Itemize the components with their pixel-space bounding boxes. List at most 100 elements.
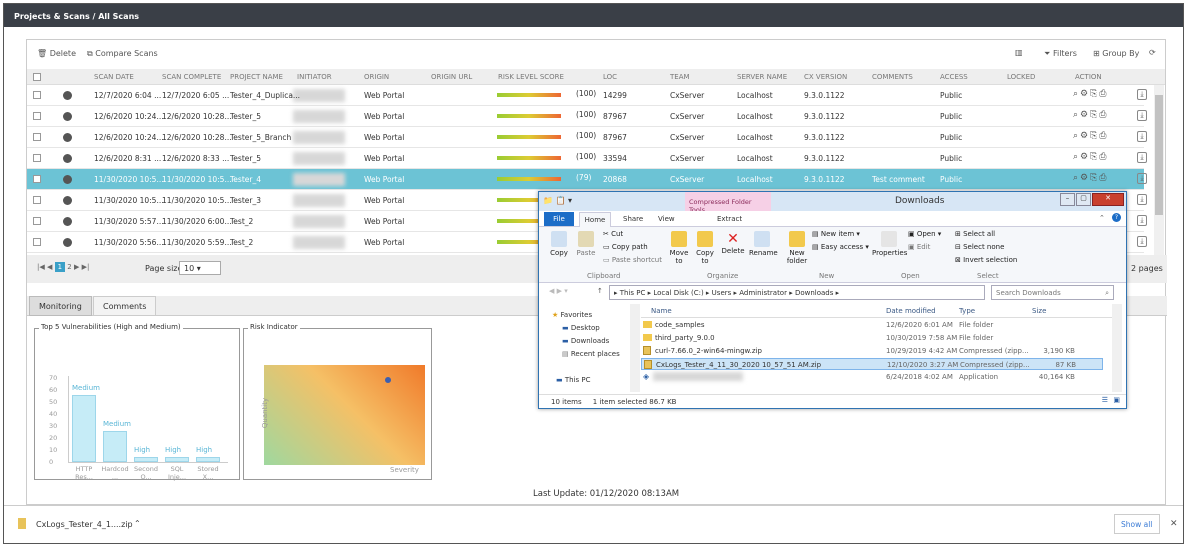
row-checkbox[interactable] [33,91,41,99]
file-scrollbar[interactable] [1112,304,1122,392]
path-administrator[interactable]: Administrator [739,289,787,297]
row-checkbox[interactable] [33,154,41,162]
page-2-button[interactable]: 2 [67,263,71,271]
open-button[interactable]: ▣ Open ▾ [908,230,941,238]
table-row[interactable]: 12/6/2020 8:31 ... 12/6/2020 8:33 ... Test… [27,148,1147,169]
address-bar[interactable]: ▸ This PC ▸ Local Disk (C:) ▸ Users ▸ Ad… [609,285,985,300]
search-input[interactable]: Search Downloads ⌕ [991,285,1114,300]
first-page-button[interactable]: |◀ [37,263,47,271]
download-report-icon[interactable]: ⤓ [1137,215,1147,226]
tab-file[interactable]: File [544,212,574,226]
download-file[interactable]: CxLogs_Tester_4_1....zip [36,520,133,529]
nav-scrollbar[interactable] [630,304,640,392]
vuln-bar[interactable] [72,394,96,462]
file-row[interactable]: third_party_9.0.0 10/30/2019 7:58 AM File … [641,332,1103,344]
compare-scans-button[interactable]: ⧉ Compare Scans [87,49,158,59]
col-scan-complete[interactable]: SCAN COMPLETE [162,73,221,81]
row-action-icons[interactable]: ⌕⚙⎘⎙ [1073,152,1109,162]
file-row[interactable]: curl-7.66.0_2-win64-mingw.zip 10/29/2019 … [641,345,1103,357]
page-1-button[interactable]: 1 [54,262,66,272]
download-report-icon[interactable]: ⤓ [1137,131,1147,142]
page-size-select[interactable]: 10 ▾ [179,261,221,275]
path-this-pc[interactable]: This PC [620,289,646,297]
show-all-button[interactable]: Show all [1114,514,1160,534]
minimize-button[interactable]: – [1060,193,1075,206]
filters-button[interactable]: ⏷ Filters [1044,49,1077,59]
select-none-button[interactable]: ⊟ Select none [955,243,1004,251]
file-row[interactable]: ◈ 6/24/2018 4:02 AM Application 40,164 KB [641,371,1103,383]
next-page-button[interactable]: ▶ [74,263,79,271]
tab-extract[interactable]: Extract [717,215,742,223]
col-loc[interactable]: LOC [603,73,617,81]
prev-page-button[interactable]: ◀ [47,263,55,271]
paste-shortcut-button[interactable]: ▭ Paste shortcut [603,256,662,264]
download-report-icon[interactable]: ⤓ [1137,173,1147,184]
row-checkbox[interactable] [33,196,41,204]
select-all-button[interactable]: ⊞ Select all [955,230,995,238]
select-all-checkbox[interactable] [33,73,41,81]
path-local-disk[interactable]: Local Disk (C:) [653,289,703,297]
col-size[interactable]: Size [1032,307,1046,315]
row-checkbox[interactable] [33,238,41,246]
table-row[interactable]: 12/6/2020 10:24... 12/6/2020 10:28... Test… [27,127,1147,148]
quick-access-icons[interactable]: 📁 📋 ▾ [543,196,572,205]
nav-recent-places[interactable]: ▤ Recent places [562,350,620,358]
download-report-icon[interactable]: ⤓ [1137,194,1147,205]
up-icon[interactable]: ↑ [597,287,603,295]
edit-button[interactable]: ▣ Edit [908,243,930,251]
delete-button[interactable]: 🗑 Delete [37,49,76,58]
copy-path-button[interactable]: ▭ Copy path [603,243,648,251]
columns-icon[interactable]: ▥ [1015,48,1023,57]
paste-button[interactable]: Paste [574,231,598,257]
table-row[interactable]: 12/6/2020 10:24... 12/6/2020 10:28... Test… [27,106,1147,127]
nav-desktop[interactable]: ▬ Desktop [562,324,600,332]
maximize-button[interactable]: ▢ [1076,193,1091,206]
help-icon[interactable]: ? [1112,213,1121,222]
rename-button[interactable]: Rename [749,231,778,257]
invert-selection-button[interactable]: ⊠ Invert selection [955,256,1017,264]
col-origin-url[interactable]: ORIGIN URL [431,73,472,81]
vuln-bar[interactable] [134,457,158,462]
path-users[interactable]: Users [712,289,732,297]
tab-share[interactable]: Share [623,215,643,223]
table-row[interactable]: 12/7/2020 6:04 ... 12/7/2020 6:05 ... Test… [27,85,1147,106]
nav-favorites[interactable]: ★ Favorites [552,311,592,319]
row-checkbox[interactable] [33,112,41,120]
col-name[interactable]: Name [651,307,672,315]
download-report-icon[interactable]: ⤓ [1137,152,1147,163]
vuln-bar[interactable] [103,430,127,462]
new-folder-button[interactable]: New folder [784,231,810,265]
large-icons-view-icon[interactable]: ▣ [1113,396,1120,404]
vuln-bar[interactable] [196,457,220,462]
col-project-name[interactable]: PROJECT NAME [230,73,283,81]
copy-to-button[interactable]: Copy to [694,231,716,265]
col-scan-date[interactable]: SCAN DATE [94,73,134,81]
col-risk-score[interactable]: RISK LEVEL SCORE [498,73,564,81]
row-action-icons[interactable]: ⌕⚙⎘⎙ [1073,110,1109,120]
download-report-icon[interactable]: ⤓ [1137,236,1147,247]
close-icon[interactable]: ✕ [1170,519,1178,529]
chevron-up-icon[interactable]: ⌃ [134,519,141,528]
col-team[interactable]: TEAM [670,73,690,81]
details-view-icon[interactable]: ☰ [1102,396,1108,404]
col-locked[interactable]: LOCKED [1007,73,1035,81]
col-date-modified[interactable]: Date modified [886,307,936,315]
download-report-icon[interactable]: ⤓ [1137,89,1147,100]
col-origin[interactable]: ORIGIN [364,73,389,81]
row-action-icons[interactable]: ⌕⚙⎘⎙ [1073,89,1109,99]
delete-file-button[interactable]: ✕ Delete [721,231,745,255]
file-row[interactable]: CxLogs_Tester_4_11_30_2020 10_57_51 AM.z… [641,358,1103,370]
easy-access-button[interactable]: ▤ Easy access ▾ [812,243,869,251]
new-item-button[interactable]: ▤ New item ▾ [812,230,860,238]
col-comments[interactable]: COMMENTS [872,73,913,81]
row-action-icons[interactable]: ⌕⚙⎘⎙ [1073,131,1109,141]
file-row[interactable]: code_samples 12/6/2020 6:01 AM File folder [641,319,1103,331]
table-row[interactable]: 11/30/2020 10:5... 11/30/2020 10:5... Test… [27,169,1147,190]
copy-button[interactable]: Copy [547,231,571,257]
close-window-button[interactable]: ✕ [1092,193,1124,206]
col-server-name[interactable]: SERVER NAME [737,73,787,81]
download-report-icon[interactable]: ⤓ [1137,110,1147,121]
row-checkbox[interactable] [33,133,41,141]
vuln-bar[interactable] [165,457,189,462]
col-type[interactable]: Type [959,307,975,315]
